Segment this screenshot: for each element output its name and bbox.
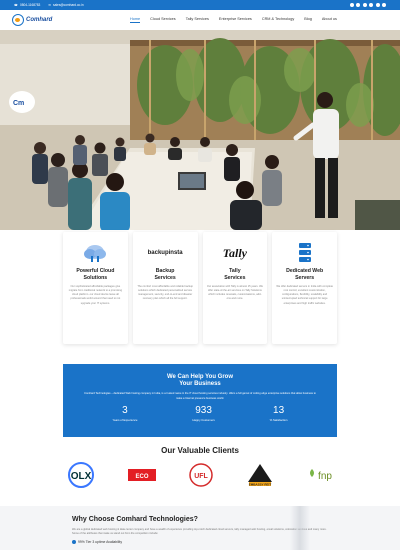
card-title: Tally Services [224, 268, 246, 281]
phone-contact[interactable]: ☎ 0804-1168783 [14, 3, 40, 7]
card-cloud-solutions[interactable]: Powerful Cloud Solutions Our sophisticat… [63, 232, 128, 344]
phone-number: 0804-1168783 [19, 3, 41, 7]
growth-stats-section: We Can Help You Grow Your Business Comha… [63, 364, 337, 437]
stat-years: 3 Years of Experience [112, 404, 138, 422]
why-choose-item-text: 99% Tier 3 uptime Availability [78, 540, 123, 545]
nav-item-tally-services[interactable]: Tally Services [186, 17, 209, 23]
nav-item-cloud-services[interactable]: Cloud Services [150, 17, 176, 23]
svg-text:OLX: OLX [71, 471, 92, 482]
why-choose-item: 99% Tier 3 uptime Availability [72, 540, 400, 545]
contact-info: ☎ 0804-1168783 ✉ sales@comhard.co.in [14, 3, 84, 7]
card-title: Dedicated Web Servers [286, 268, 324, 281]
stat-value: 933 [195, 404, 212, 416]
whatsapp-icon[interactable] [382, 3, 386, 7]
card-backup-services[interactable]: backupinsta Backup Services The comfort … [132, 232, 198, 344]
meeting-room-photo: Cm [0, 30, 400, 230]
linkedin-icon[interactable] [362, 3, 367, 7]
tally-logo: Tally [222, 245, 247, 260]
social-links [349, 3, 386, 7]
svg-text:EMBASSY REIT: EMBASSY REIT [249, 483, 272, 487]
svg-text:UFL: UFL [194, 473, 208, 480]
nav-item-home[interactable]: Home [130, 17, 141, 23]
stats-heading-line2: Your Business [179, 381, 221, 388]
card-tally-services[interactable]: Tally Tally Services Our association wit… [202, 232, 268, 344]
nav-menu: Home Cloud Services Tally Services Enter… [130, 17, 337, 23]
instagram-icon[interactable] [369, 3, 373, 7]
stat-label: Years of Experience [112, 417, 138, 422]
site-logo[interactable]: Comhard [12, 14, 130, 26]
facebook-icon[interactable] [349, 3, 354, 7]
nav-item-crm-technology[interactable]: CRM & Technology [262, 17, 294, 23]
card-description: We offer dedicated servers in India with… [276, 285, 333, 305]
stat-value: 3 [122, 404, 128, 416]
email-address: sales@comhard.co.in [52, 3, 84, 7]
stat-value: 13 [273, 404, 285, 416]
client-logos: OLX ECO UFL EMBASSY REIT fnp [66, 462, 336, 488]
phone-icon: ☎ [14, 3, 18, 7]
eco-logo: ECO [128, 469, 156, 481]
stats-heading: We Can Help You Grow Your Business [63, 374, 337, 388]
stat-customers: 933 Happy Customers [192, 404, 215, 422]
card-description: Our sophisticated affordable packages gi… [68, 285, 123, 305]
youtube-icon[interactable] [375, 3, 380, 7]
check-icon [72, 540, 76, 545]
main-navbar: Comhard Home Cloud Services Tally Servic… [0, 10, 400, 30]
nav-item-about-us[interactable]: About us [322, 17, 337, 23]
nav-item-enterprise-services[interactable]: Enterprise Services [219, 17, 252, 23]
card-title: Powerful Cloud Solutions [76, 268, 115, 281]
stat-label: Happy Customers [192, 417, 215, 422]
twitter-icon[interactable] [356, 3, 360, 7]
why-choose-heading: Why Choose Comhard Technologies? [72, 516, 198, 523]
svg-text:Cm: Cm [13, 100, 24, 107]
service-cards: Powerful Cloud Solutions Our sophisticat… [63, 232, 337, 344]
card-description: The comfort most affordable and reliable… [137, 285, 193, 301]
embassy-reit-logo: EMBASSY REIT [248, 464, 272, 487]
card-dedicated-servers[interactable]: Dedicated Web Servers We offer dedicated… [272, 232, 337, 344]
olx-logo: OLX [68, 462, 94, 488]
card-description: Our association with Tally is almost 15 … [206, 285, 263, 301]
ufl-logo: UFL [189, 463, 213, 487]
stat-satisfaction: 13 % Satisfaction [269, 404, 288, 422]
stats-counters: 3 Years of Experience 933 Happy Customer… [63, 404, 337, 422]
svg-text:fnp: fnp [318, 471, 332, 482]
logo-mark-icon [12, 14, 24, 26]
fnp-logo: fnp [310, 469, 332, 482]
stats-description: Comhard Technologies – dedicated Web hos… [84, 392, 316, 400]
stats-heading-line1: We Can Help You Grow [166, 374, 233, 380]
logo-text: Comhard [26, 17, 53, 23]
svg-text:ECO: ECO [135, 474, 148, 480]
top-contact-bar: ☎ 0804-1168783 ✉ sales@comhard.co.in [0, 0, 400, 10]
mail-icon: ✉ [48, 3, 51, 7]
hero-image: Cm [0, 30, 400, 230]
email-contact[interactable]: ✉ sales@comhard.co.in [48, 3, 83, 7]
server-icon [298, 242, 312, 264]
cloud-icon [82, 242, 108, 264]
why-choose-description: We are a global dedicated web hosting & … [72, 528, 327, 536]
why-choose-section: Why Choose Comhard Technologies? We are … [0, 506, 400, 550]
nav-item-blog[interactable]: Blog [304, 17, 312, 23]
clients-heading: Our Valuable Clients [161, 446, 239, 455]
stat-label: % Satisfaction [269, 417, 288, 422]
card-title: Backup Services [154, 268, 176, 281]
backupinsta-logo: backupinsta [147, 250, 183, 256]
